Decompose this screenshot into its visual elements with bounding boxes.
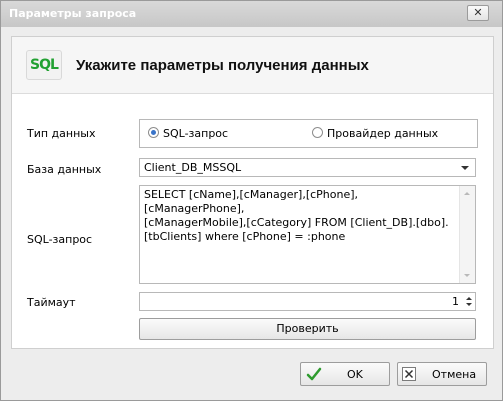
spin-down-arrow-icon[interactable]: [466, 303, 472, 306]
close-icon: [402, 367, 416, 381]
scroll-down-arrow-icon[interactable]: [464, 274, 470, 277]
timeout-label: Таймаут: [27, 296, 76, 309]
sql-query-label: SQL-запрос: [27, 233, 93, 246]
cancel-button[interactable]: Отмена: [397, 362, 487, 386]
data-type-label: Тип данных: [27, 127, 96, 140]
dialog-content: SQL Укажите параметры получения данных Т…: [11, 36, 494, 349]
close-window-button[interactable]: ✕: [467, 5, 489, 21]
data-type-radio-group: SQL-запрос Провайдер данных: [139, 119, 478, 148]
sql-scrollbar[interactable]: [459, 186, 475, 283]
sql-query-text[interactable]: SELECT [cName],[cManager],[cPhone],[cMan…: [144, 188, 454, 244]
radio-sql-query-label[interactable]: SQL-запрос: [163, 127, 228, 140]
check-button[interactable]: Проверить: [139, 318, 476, 340]
database-select[interactable]: Client_DB_MSSQL: [139, 158, 476, 177]
spin-up-arrow-icon[interactable]: [466, 297, 472, 300]
radio-data-provider[interactable]: [312, 127, 323, 138]
sql-query-textarea[interactable]: SELECT [cName],[cManager],[cPhone],[cMan…: [139, 185, 476, 284]
database-label: База данных: [27, 163, 102, 176]
sql-icon: SQL: [26, 50, 62, 80]
timeout-value[interactable]: 1: [452, 295, 459, 308]
ok-button[interactable]: OK: [300, 362, 390, 386]
dropdown-arrow-icon[interactable]: [461, 166, 469, 170]
close-icon: ✕: [473, 6, 483, 19]
timeout-spinner[interactable]: 1: [139, 292, 476, 311]
sql-icon-text: SQL: [30, 57, 59, 73]
cancel-button-label: Отмена: [432, 368, 477, 381]
radio-data-provider-label[interactable]: Провайдер данных: [327, 127, 438, 140]
scroll-up-arrow-icon[interactable]: [464, 192, 470, 195]
title-bar[interactable]: Параметры запроса ✕: [1, 1, 502, 27]
window-title: Параметры запроса: [9, 7, 137, 20]
header-title: Укажите параметры получения данных: [76, 57, 369, 74]
radio-sql-query[interactable]: [148, 127, 159, 138]
ok-button-label: OK: [347, 368, 363, 381]
checkmark-icon: [306, 367, 322, 381]
dialog-window: Параметры запроса ✕ SQL Укажите параметр…: [0, 0, 503, 401]
dialog-header: SQL Укажите параметры получения данных: [12, 37, 493, 94]
database-select-value: Client_DB_MSSQL: [144, 161, 242, 174]
